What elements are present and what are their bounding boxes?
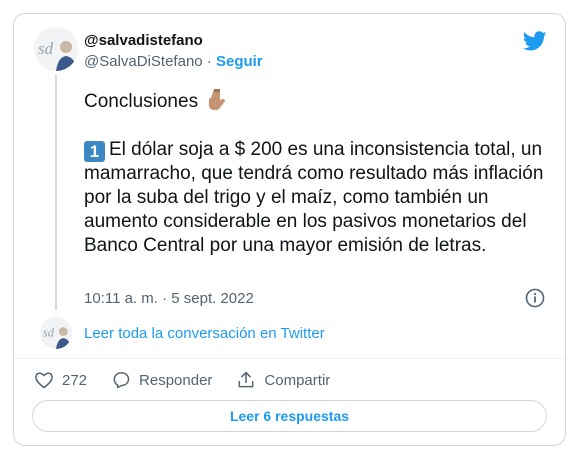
share-button[interactable]: Compartir — [236, 370, 330, 390]
svg-text:sd: sd — [43, 326, 55, 340]
action-bar: 272 Responder Compartir — [34, 370, 354, 390]
reply-bubble-icon — [113, 372, 130, 389]
tweet-timestamp[interactable]: 10:11 a. m. · 5 sept. 2022 — [84, 290, 254, 307]
keycap-1-emoji: 1 — [84, 141, 105, 162]
author-handle[interactable]: @SalvaDiStefano — [84, 53, 203, 70]
tweet-text: Conclusiones 1 El dólar soja a $ 200 es u… — [84, 88, 554, 258]
tweet-line-1: Conclusiones — [84, 91, 199, 112]
avatar-small[interactable]: sd — [40, 317, 72, 349]
like-count: 272 — [62, 371, 88, 389]
separator-dot: · — [206, 53, 212, 70]
thread-line — [55, 75, 57, 310]
twitter-bird-icon[interactable] — [523, 29, 547, 53]
follow-link[interactable]: Seguir — [216, 53, 263, 70]
tweet-card: sd @salvadistefano @SalvaDiStefano · Seg… — [13, 13, 566, 446]
author-display-name[interactable]: @salvadistefano — [84, 32, 203, 49]
share-icon — [239, 371, 254, 388]
reply-button[interactable]: Responder — [111, 370, 212, 390]
share-label: Compartir — [264, 371, 331, 389]
heart-icon — [35, 372, 53, 389]
read-conversation-link[interactable]: Leer toda la conversación en Twitter — [84, 325, 325, 342]
pointing-down-emoji — [209, 89, 226, 110]
author-handle-row: @SalvaDiStefano · Seguir — [84, 53, 263, 70]
divider — [14, 358, 565, 359]
info-icon[interactable] — [525, 288, 545, 308]
svg-text:sd: sd — [38, 39, 54, 58]
read-replies-button[interactable]: Leer 6 respuestas — [32, 400, 547, 432]
like-button[interactable]: 272 — [34, 370, 87, 390]
reply-label: Responder — [139, 371, 213, 389]
avatar[interactable]: sd — [34, 27, 78, 71]
tweet-line-2: El dólar soja a $ 200 es una inconsisten… — [84, 139, 544, 256]
